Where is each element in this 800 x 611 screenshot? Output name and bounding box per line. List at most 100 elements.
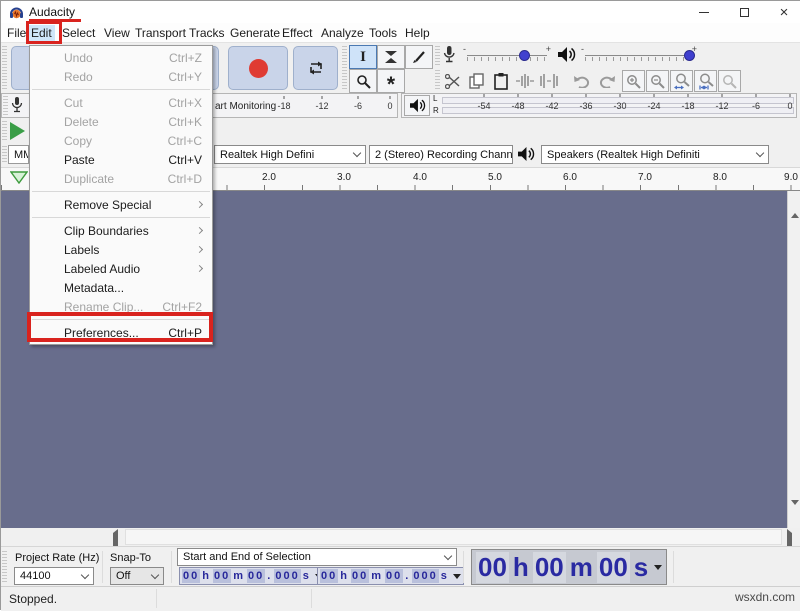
edit-toolbar-grip[interactable] (435, 70, 440, 90)
time-unit: h (511, 552, 531, 583)
menu-effect[interactable]: Effect (279, 25, 315, 42)
project-rate-select[interactable]: 44100 (14, 567, 94, 585)
menu-tracks[interactable]: Tracks (186, 25, 228, 42)
menuitem-remove-special[interactable]: Remove Special (30, 195, 212, 214)
vertical-scrollbar[interactable] (787, 191, 800, 528)
menuitem-rename-clip[interactable]: Rename Clip... Ctrl+F2 (30, 297, 212, 316)
paste-button[interactable] (489, 70, 512, 92)
time-digits[interactable]: 00 (182, 569, 200, 583)
menuitem-copy[interactable]: Copy Ctrl+C (30, 131, 212, 150)
recording-device-select[interactable]: Realtek High Defini (214, 145, 366, 164)
selection-toolbar: Project Rate (Hz) 44100 Snap-To Off Star… (1, 546, 800, 586)
zoom-out-button[interactable] (646, 70, 669, 92)
cut-button[interactable] (441, 70, 464, 92)
time-digits[interactable]: 000 (274, 569, 300, 583)
close-button[interactable]: × (767, 1, 800, 23)
menu-analyze[interactable]: Analyze (318, 25, 367, 42)
multi-tool-button[interactable]: * (377, 69, 405, 93)
menuitem-duplicate[interactable]: Duplicate Ctrl+D (30, 169, 212, 188)
menu-tools[interactable]: Tools (366, 25, 400, 42)
time-digits[interactable]: 00 (213, 569, 231, 583)
redo-button[interactable] (595, 70, 620, 92)
time-digits[interactable]: 000 (412, 569, 438, 583)
meter-tick (756, 94, 757, 97)
minimize-button[interactable] (687, 1, 721, 23)
menu-file[interactable]: File (4, 25, 29, 42)
play-at-speed-button[interactable] (10, 122, 25, 140)
loop-button[interactable] (293, 46, 338, 90)
playback-device-select[interactable]: Speakers (Realtek High Definiti (541, 145, 769, 164)
recording-channels-select[interactable]: 2 (Stereo) Recording Chann (369, 145, 513, 164)
zoom-toggle-button[interactable] (718, 70, 741, 92)
silence-audio-button[interactable] (537, 70, 560, 92)
mixer-toolbar-grip[interactable] (435, 46, 440, 66)
scroll-down-icon[interactable] (791, 505, 799, 523)
selection-end-field[interactable]: 00 h 00 m 00 . 000 s (317, 567, 464, 585)
menuitem-metadata[interactable]: Metadata... (30, 278, 212, 297)
tools-toolbar-grip[interactable] (342, 46, 347, 90)
menuitem-labels[interactable]: Labels (30, 240, 212, 259)
chevron-down-icon (444, 551, 452, 559)
menuitem-undo[interactable]: Undo Ctrl+Z (30, 48, 212, 67)
play-at-speed-grip[interactable] (2, 121, 7, 141)
audio-host-select[interactable]: MME (8, 145, 29, 164)
trim-audio-button[interactable] (513, 70, 536, 92)
monitoring-label[interactable]: art Monitoring (215, 101, 276, 112)
menu-generate[interactable]: Generate (227, 25, 283, 42)
time-digits[interactable]: 00 (351, 569, 369, 583)
scroll-up-icon[interactable] (791, 196, 799, 214)
snap-to-select[interactable]: Off (110, 567, 164, 585)
playback-meter[interactable]: L R -54 -48 -42 -36 -30 -24 -18 -12 -6 0 (401, 93, 797, 118)
maximize-button[interactable] (727, 1, 761, 23)
recording-volume-slider[interactable]: - + (463, 43, 551, 67)
menu-transport[interactable]: Transport (132, 25, 189, 42)
time-digits[interactable]: 00 (597, 552, 630, 583)
time-digits[interactable]: 00 (320, 569, 338, 583)
horizontal-scrollbar[interactable] (1, 528, 800, 546)
playback-volume-slider[interactable]: - + (581, 43, 697, 67)
recording-meter-grip[interactable] (3, 96, 8, 116)
envelope-tool-button[interactable] (377, 45, 405, 69)
device-toolbar-grip[interactable] (2, 146, 7, 164)
copy-button[interactable] (465, 70, 488, 92)
playback-meter-speaker-button[interactable] (404, 95, 430, 116)
zoom-in-button[interactable] (622, 70, 645, 92)
menuitem-cut[interactable]: Cut Ctrl+X (30, 93, 212, 112)
field-dropdown-icon[interactable] (453, 574, 461, 579)
meter-tick-label: -48 (511, 101, 524, 111)
menu-help[interactable]: Help (402, 25, 433, 42)
time-digits[interactable]: 00 (247, 569, 265, 583)
zoom-tool-button[interactable] (349, 69, 377, 93)
menu-select[interactable]: Select (59, 25, 98, 42)
menuitem-labeled-audio[interactable]: Labeled Audio (30, 259, 212, 278)
scrollbar-track[interactable] (125, 529, 782, 545)
undo-button[interactable] (569, 70, 594, 92)
selection-tool-button[interactable]: I (349, 45, 377, 69)
transport-toolbar-grip[interactable] (2, 46, 7, 90)
playback-volume-knob[interactable] (684, 50, 695, 61)
recording-volume-knob[interactable] (519, 50, 530, 61)
time-digits[interactable]: 00 (385, 569, 403, 583)
menuitem-delete[interactable]: Delete Ctrl+K (30, 112, 212, 131)
meter-tick-label: -30 (613, 101, 626, 111)
zoom-project-button[interactable] (694, 70, 717, 92)
record-button[interactable] (228, 46, 288, 90)
menuitem-redo[interactable]: Redo Ctrl+Y (30, 67, 212, 86)
selection-toolbar-grip[interactable] (2, 551, 7, 583)
audio-position-display[interactable]: 00 h 00 m 00 s (471, 549, 667, 585)
menu-edit[interactable]: Edit (28, 25, 55, 42)
menuitem-preferences[interactable]: Preferences... Ctrl+P (30, 323, 212, 342)
selection-start-field[interactable]: 00 h 00 m 00 . 000 s (179, 567, 326, 585)
menu-view[interactable]: View (101, 25, 133, 42)
pinned-playhead-icon[interactable] (10, 171, 28, 184)
undo-icon (573, 75, 590, 88)
field-dropdown-icon[interactable] (654, 565, 662, 570)
magnifier-icon (356, 74, 371, 89)
time-digits[interactable]: 00 (533, 552, 566, 583)
selection-mode-select[interactable]: Start and End of Selection (177, 548, 457, 566)
time-digits[interactable]: 00 (476, 552, 509, 583)
draw-tool-button[interactable] (405, 45, 433, 69)
menuitem-paste[interactable]: Paste Ctrl+V (30, 150, 212, 169)
zoom-selection-button[interactable] (670, 70, 693, 92)
menuitem-clip-boundaries[interactable]: Clip Boundaries (30, 221, 212, 240)
